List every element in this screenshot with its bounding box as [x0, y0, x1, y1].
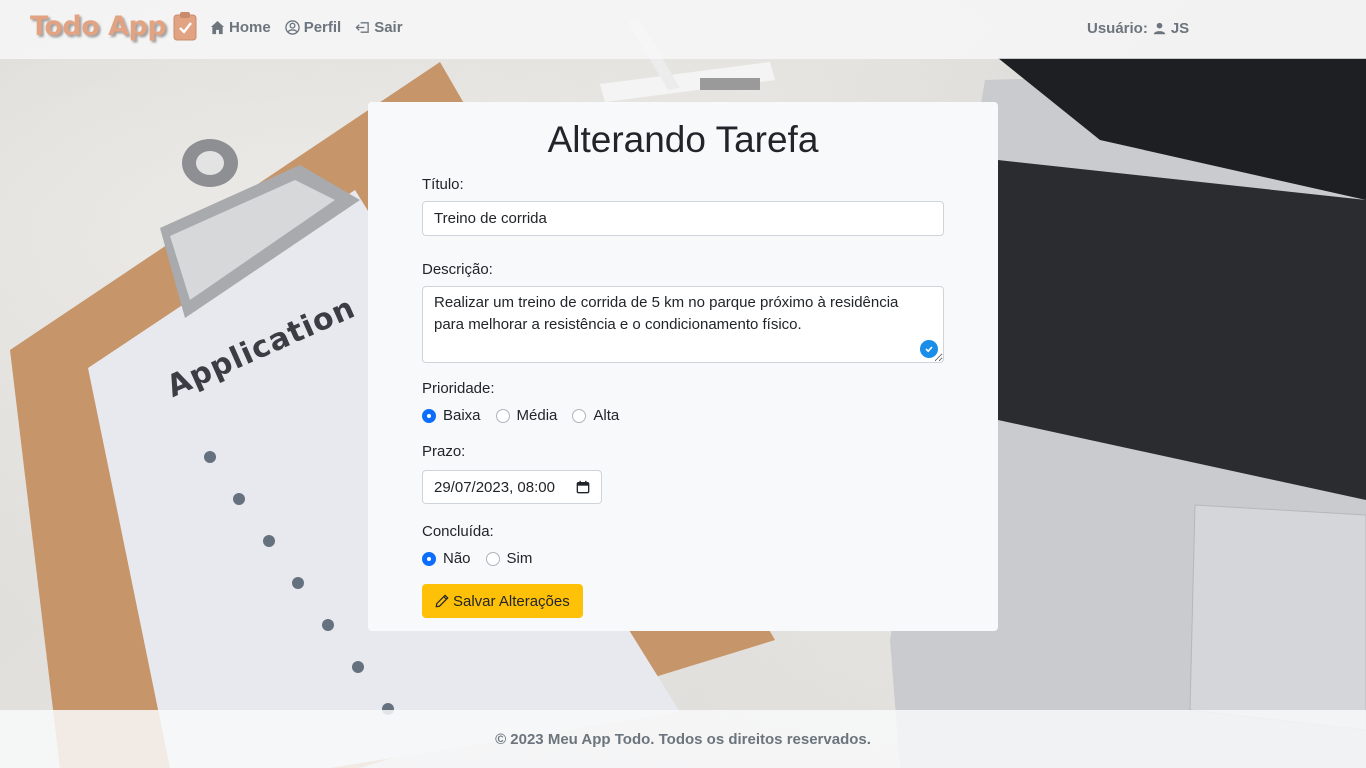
page-title: Alterando Tarefa — [547, 119, 819, 160]
person-circle-icon — [284, 20, 300, 35]
edit-task-card: Alterando Tarefa Título: Descrição: Real… — [368, 102, 998, 631]
priority-option-baixa[interactable]: Baixa — [422, 407, 481, 424]
user-info: Usuário: JS — [1087, 20, 1189, 37]
person-icon — [1153, 22, 1166, 35]
radio-button[interactable] — [422, 551, 436, 566]
deadline-label: Prazo: — [422, 443, 466, 460]
box-arrow-left-icon — [355, 22, 369, 33]
house-icon — [210, 20, 225, 35]
user-label: Usuário: — [1087, 20, 1148, 37]
title-label: Título: — [422, 176, 464, 193]
radio-label: Não — [443, 550, 471, 567]
priority-label: Prioridade: — [422, 380, 495, 397]
description-wrapper: Realizar um treino de corrida de 5 km no… — [422, 286, 944, 363]
save-changes-button[interactable]: Salvar Alterações — [422, 584, 583, 618]
brand-name: Todo App — [30, 10, 167, 42]
radio-button[interactable] — [485, 551, 500, 566]
radio-label: Baixa — [443, 407, 481, 424]
priority-radio-group: Baixa Média Alta — [422, 407, 944, 424]
nav-link-home[interactable]: Home — [210, 19, 271, 36]
radio-button[interactable] — [422, 408, 436, 423]
footer-copyright: © 2023 Meu App Todo. Todos os direitos r… — [495, 730, 871, 748]
nav-link-label: Perfil — [303, 19, 342, 36]
radio-button[interactable] — [495, 408, 510, 423]
title-input[interactable] — [422, 201, 944, 236]
brand-logo[interactable]: Todo App — [30, 10, 198, 42]
footer: © 2023 Meu App Todo. Todos os direitos r… — [0, 710, 1366, 768]
radio-label: Sim — [506, 550, 533, 567]
deadline-input[interactable]: 29/07/2023, 08:00 — [422, 470, 602, 504]
priority-option-media[interactable]: Média — [495, 407, 558, 424]
radio-label: Média — [516, 407, 558, 424]
priority-option-alta[interactable]: Alta — [572, 407, 619, 424]
checkmark-icon — [925, 346, 933, 353]
clipboard-check-icon — [173, 12, 197, 41]
done-option-nao[interactable]: Não — [422, 550, 471, 567]
done-label: Concluída: — [422, 523, 494, 540]
grammar-check-icon[interactable] — [920, 340, 938, 358]
description-textarea[interactable]: Realizar um treino de corrida de 5 km no… — [422, 286, 944, 363]
nav-link-sair[interactable]: Sair — [355, 19, 403, 36]
done-radio-group: Não Sim — [422, 550, 944, 567]
calendar-icon[interactable] — [576, 480, 590, 494]
user-name: JS — [1170, 20, 1190, 37]
radio-label: Alta — [593, 407, 620, 424]
save-button-label: Salvar Alterações — [453, 592, 570, 610]
nav-links: Home Perfil Sair — [210, 19, 403, 36]
navbar: Todo App Home Perfil Sair Usuário: JS — [0, 0, 1366, 59]
description-label: Descrição: — [422, 261, 493, 278]
nav-link-label: Sair — [374, 19, 403, 36]
done-option-sim[interactable]: Sim — [485, 550, 533, 567]
deadline-value: 29/07/2023, 08:00 — [434, 478, 555, 496]
radio-button[interactable] — [572, 408, 587, 423]
pencil-icon — [435, 594, 449, 608]
nav-link-label: Home — [229, 19, 271, 36]
nav-link-perfil[interactable]: Perfil — [284, 19, 342, 36]
